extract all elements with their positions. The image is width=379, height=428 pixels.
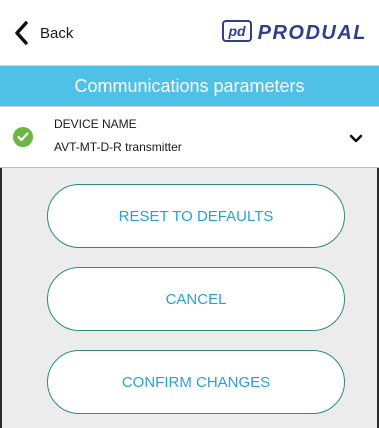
cancel-button[interactable]: CANCEL xyxy=(47,267,345,331)
produal-logo: pd PRODUAL xyxy=(221,19,367,48)
check-circle-icon xyxy=(13,127,33,147)
screen-edge-left xyxy=(0,168,2,428)
chevron-left-icon xyxy=(14,21,28,45)
confirm-changes-button[interactable]: CONFIRM CHANGES xyxy=(47,350,345,414)
chevron-down-icon[interactable] xyxy=(349,131,363,149)
page-title: Communications parameters xyxy=(0,66,379,106)
logo-text: PRODUAL xyxy=(257,22,367,44)
device-name-label: DEVICE NAME xyxy=(54,117,137,131)
reset-to-defaults-button[interactable]: RESET TO DEFAULTS xyxy=(47,184,345,248)
top-bar: Back pd PRODUAL xyxy=(0,0,379,66)
back-label: Back xyxy=(40,24,74,42)
back-button[interactable]: Back xyxy=(14,18,73,48)
svg-text:pd: pd xyxy=(227,23,246,39)
pd-logo-icon: pd xyxy=(221,19,252,48)
device-name-selector[interactable]: DEVICE NAME AVT-MT-D-R transmitter xyxy=(0,106,379,168)
device-name-value: AVT-MT-D-R transmitter xyxy=(54,140,182,154)
actions-panel: RESET TO DEFAULTS CANCEL CONFIRM CHANGES xyxy=(0,168,379,428)
